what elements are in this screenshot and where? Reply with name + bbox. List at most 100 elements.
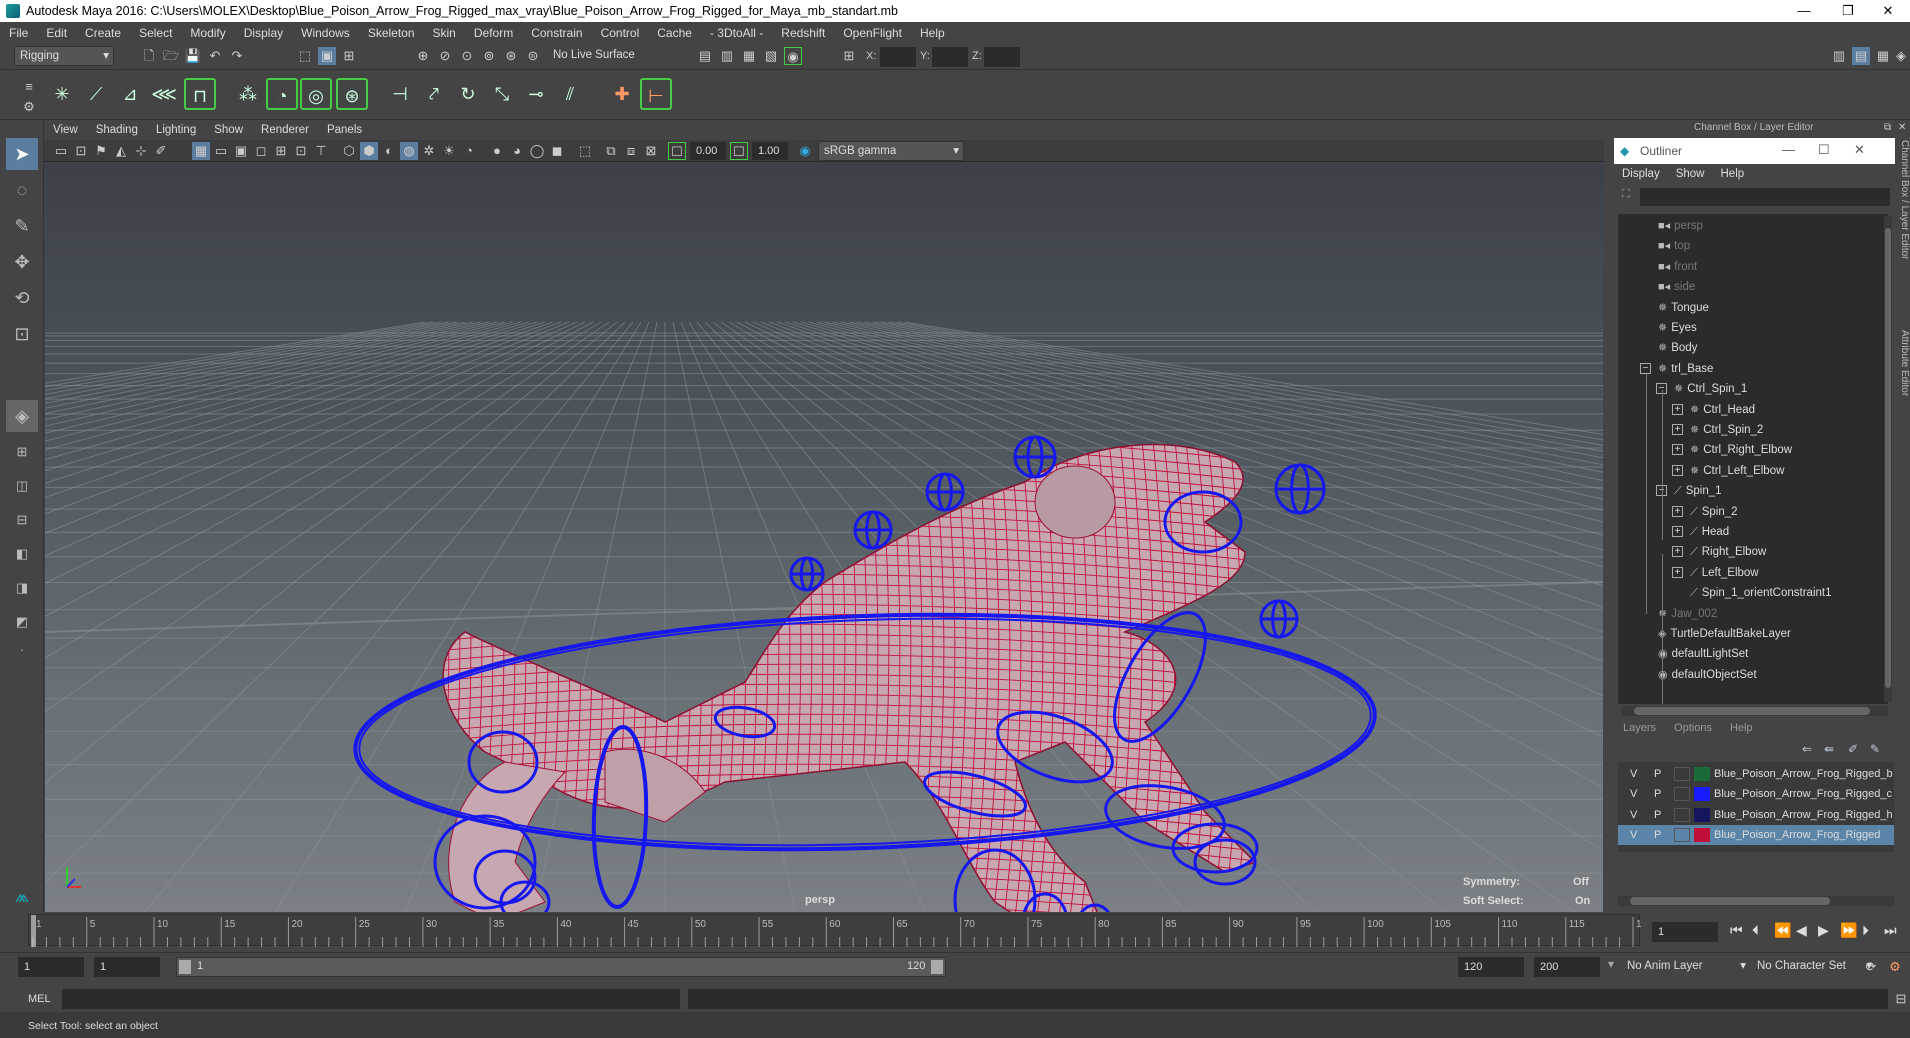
outliner-item[interactable]: ✵ Body <box>1658 338 1697 358</box>
panel-menu-panels[interactable]: Panels <box>318 124 371 136</box>
depth-of-field-icon[interactable]: ◼ <box>548 142 566 160</box>
pole-vector-icon[interactable]: ⫽ <box>554 78 586 110</box>
two-view-stack-icon[interactable]: ⊟ <box>6 504 38 536</box>
layer-reference-toggle[interactable] <box>1674 807 1690 822</box>
outliner-item[interactable]: ■◂ top <box>1658 236 1690 256</box>
outliner-horizontal-scrollbar[interactable] <box>1622 706 1888 716</box>
safe-title-icon[interactable]: ⊤ <box>312 142 330 160</box>
layer-color-swatch[interactable] <box>1694 787 1710 802</box>
x-field[interactable] <box>880 47 916 67</box>
menu-select[interactable]: Select <box>130 26 181 40</box>
expand-icon[interactable]: + <box>1672 444 1683 456</box>
menu-set-dropdown[interactable]: Rigging ▾ <box>14 46 114 66</box>
locator-icon[interactable]: ✚ <box>606 78 638 110</box>
expand-icon[interactable]: + <box>1672 424 1683 435</box>
close-panel-icon[interactable]: ✕ <box>1898 122 1906 133</box>
shelf-settings-icon[interactable]: ⚙ <box>20 98 38 116</box>
go-to-start-icon[interactable]: ⏮ <box>1730 922 1743 939</box>
snap-curve-icon[interactable]: ⊘ <box>436 47 454 65</box>
play-backwards-icon[interactable]: ◀ <box>1796 922 1807 939</box>
layer-color-swatch[interactable] <box>1694 828 1710 843</box>
float-panel-icon[interactable]: ⧉ <box>1884 122 1891 133</box>
new-scene-icon[interactable]: 🗋 <box>140 47 158 65</box>
layer-visibility-toggle[interactable]: V <box>1630 764 1637 784</box>
textured-icon[interactable]: ✲ <box>420 142 438 160</box>
outliner-filter-icon[interactable]: ⛶ <box>1622 188 1634 204</box>
xray-active-icon[interactable]: ⊠ <box>642 142 660 160</box>
gate-mask-icon[interactable]: ◻ <box>252 142 270 160</box>
z-field[interactable] <box>984 47 1020 67</box>
outliner-persp-icon[interactable]: ◧ <box>6 538 38 570</box>
menu-3dtoall[interactable]: - 3DtoAll - <box>701 26 772 40</box>
layer-reference-toggle[interactable] <box>1674 787 1690 802</box>
outliner-item[interactable]: + ✵ Ctrl_Right_Elbow <box>1672 440 1792 460</box>
menu-skin[interactable]: Skin <box>424 26 465 40</box>
restore-button[interactable]: ❐ <box>1826 0 1870 22</box>
outliner-menu-show[interactable]: Show <box>1668 168 1713 180</box>
insert-joint-icon[interactable]: ⟋ <box>80 78 112 110</box>
layer-menu-help[interactable]: Help <box>1721 722 1762 734</box>
scale-tool-icon[interactable]: ⊡ <box>6 318 38 350</box>
play-forwards-icon[interactable]: ▶ <box>1818 922 1829 939</box>
select-object-icon[interactable]: ▣ <box>318 47 336 65</box>
blend-shape-icon[interactable]: ⊛ <box>336 78 368 110</box>
playback-end-field[interactable]: 120 <box>1458 957 1524 977</box>
view-transform-dropdown[interactable]: sRGB gamma ▾ <box>818 141 964 161</box>
outliner-minimize-button[interactable]: — <box>1782 142 1795 157</box>
layer-playback-toggle[interactable]: P <box>1654 805 1661 825</box>
open-scene-icon[interactable]: 🗁 <box>162 47 180 65</box>
wireframe-on-shaded-icon[interactable]: ◍ <box>400 142 418 160</box>
menu-display[interactable]: Display <box>235 26 292 40</box>
motion-blur-icon[interactable]: ◕ <box>508 142 526 160</box>
grease-pencil-icon[interactable]: ✐ <box>152 142 170 160</box>
outliner-item[interactable]: ■◂ side <box>1658 277 1695 297</box>
menu-help[interactable]: Help <box>911 26 954 40</box>
outliner-search-field[interactable] <box>1640 188 1890 206</box>
ik-spline-icon[interactable]: ⋘ <box>148 78 180 110</box>
create-joint-icon[interactable]: ✳ <box>46 78 78 110</box>
outliner-item[interactable]: ■◂ persp <box>1658 216 1703 236</box>
point-constraint-icon[interactable]: ⊣ <box>384 78 416 110</box>
expand-icon[interactable]: + <box>1672 526 1683 537</box>
menu-redshift[interactable]: Redshift <box>772 26 834 40</box>
new-layer-selected-icon[interactable]: ✎ <box>1870 742 1880 756</box>
outliner-item[interactable]: + ⟋ Spin_2 <box>1672 502 1738 522</box>
menu-edit[interactable]: Edit <box>37 26 76 40</box>
bookmark-icon[interactable]: ⚑ <box>92 142 110 160</box>
paint-select-icon[interactable]: ✎ <box>6 210 38 242</box>
outliner-item[interactable]: ■◂ front <box>1658 257 1697 277</box>
step-back-frame-icon[interactable]: ⏴ <box>1752 922 1759 939</box>
hypershade-icon[interactable]: ◉ <box>784 47 802 65</box>
outliner-item[interactable]: ✵ Tongue <box>1658 298 1709 318</box>
attribute-editor-side-tab[interactable]: Attribute Editor <box>1896 330 1910 470</box>
current-frame-field[interactable]: 1 <box>1652 922 1718 942</box>
image-plane-icon[interactable]: ◭ <box>112 142 130 160</box>
field-chart-icon[interactable]: ⊞ <box>272 142 290 160</box>
layout-menu-icon[interactable]: · <box>6 634 38 666</box>
default-material-icon[interactable]: ◐ <box>380 142 398 160</box>
undo-icon[interactable]: ↶ <box>206 47 224 65</box>
animation-start-field[interactable]: 1 <box>18 957 84 977</box>
render-view-icon[interactable]: ▤ <box>696 47 714 65</box>
outliner-item[interactable]: − ⟋ Spin_1 <box>1656 481 1722 501</box>
bind-skin-icon[interactable]: ⊓ <box>184 78 216 110</box>
wireframe-icon[interactable]: ⬡ <box>340 142 358 160</box>
ik-fk-switch-icon[interactable]: ⊢ <box>640 78 672 110</box>
grid-icon[interactable]: ▦ <box>192 142 210 160</box>
snap-surface-icon[interactable]: ⊛ <box>502 47 520 65</box>
layer-row[interactable]: V P Blue_Poison_Arrow_Frog_Rigged_h <box>1618 805 1894 825</box>
outliner-vertical-scrollbar[interactable] <box>1884 216 1892 702</box>
script-editor-icon[interactable]: ⊟ <box>1892 990 1910 1008</box>
panel-menu-shading[interactable]: Shading <box>87 124 147 136</box>
move-layer-up-icon[interactable]: ⇐ <box>1802 742 1812 756</box>
outliner-menu-display[interactable]: Display <box>1614 168 1668 180</box>
outliner-item[interactable]: + ✵ Ctrl_Left_Elbow <box>1672 461 1784 481</box>
make-live-icon[interactable]: ⊜ <box>524 47 542 65</box>
y-field[interactable] <box>932 47 968 67</box>
menu-openflight[interactable]: OpenFlight <box>834 26 911 40</box>
outliner-item[interactable]: + ✵ Ctrl_Head <box>1672 400 1755 420</box>
menu-constrain[interactable]: Constrain <box>522 26 591 40</box>
collapse-icon[interactable]: − <box>1656 485 1667 497</box>
menu-skeleton[interactable]: Skeleton <box>359 26 424 40</box>
wrap-icon[interactable]: ◎ <box>300 78 332 110</box>
